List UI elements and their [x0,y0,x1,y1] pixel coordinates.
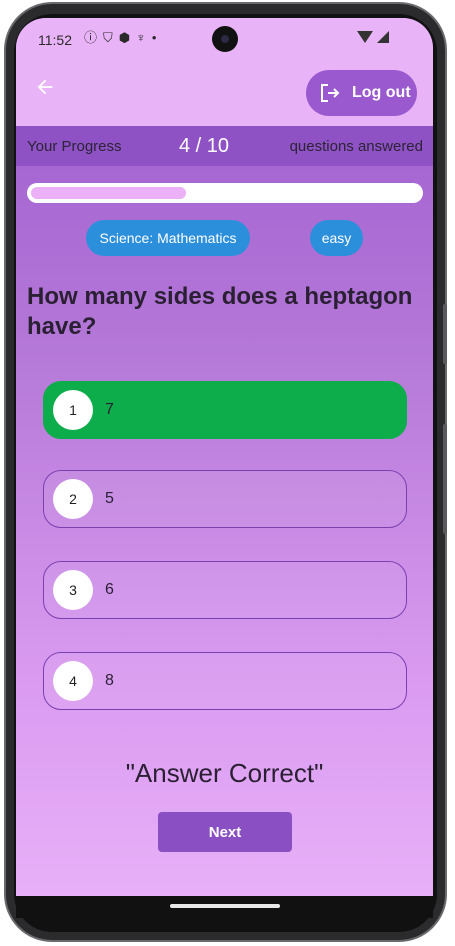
status-bar: 11:52 ⓘ ⛉ ⬢ ♆ • [16,18,433,62]
next-button[interactable]: Next [158,812,292,852]
arrow-left-icon[interactable] [34,76,58,100]
shield-icon: ⛉ [103,30,113,45]
volume-button [443,304,447,364]
option-number: 3 [53,570,93,610]
status-time: 11:52 [38,32,72,48]
category-chip: Science: Mathematics [86,220,250,256]
logout-icon [321,84,340,102]
system-icons [357,31,389,43]
logout-button[interactable]: Log out [306,70,417,116]
home-indicator[interactable] [170,904,280,908]
info-icon: ⓘ [84,30,98,45]
mic-icon: ♆ [136,30,146,45]
answer-option-3[interactable]: 3 6 [43,561,407,619]
option-number: 4 [53,661,93,701]
dot-icon: • [151,30,157,45]
front-camera [212,26,238,52]
progress-label: Your Progress [27,138,122,155]
wifi-icon [357,31,373,43]
option-text: 5 [105,490,114,507]
option-text: 6 [105,581,114,598]
question-text: How many sides does a heptagon have? [27,283,413,340]
power-button [443,424,447,534]
progress-suffix: questions answered [289,138,423,155]
shield-check-icon: ⬢ [118,30,131,45]
status-icons: ⓘ ⛉ ⬢ ♆ • [84,30,156,46]
option-text: 8 [105,672,114,689]
progress-count: 4 / 10 [179,135,230,157]
option-number: 2 [53,479,93,519]
answer-option-1[interactable]: 1 7 [43,381,407,439]
progress-header: Your Progress 4 / 10 questions answered [16,126,433,166]
answer-option-4[interactable]: 4 8 [43,652,407,710]
signal-icon [377,31,389,43]
progress-bar [27,183,423,203]
answer-option-2[interactable]: 2 5 [43,470,407,528]
result-message: "Answer Correct" [125,758,324,788]
logout-label: Log out [352,84,411,101]
difficulty-chip: easy [310,220,363,256]
app-screen: 11:52 ⓘ ⛉ ⬢ ♆ • Log out Your Progress 4 … [16,18,433,896]
navigation-bar [16,896,433,918]
app-bar: Log out [16,62,433,126]
option-text: 7 [105,401,114,418]
progress-bar-fill [31,187,186,199]
option-number: 1 [53,390,93,430]
